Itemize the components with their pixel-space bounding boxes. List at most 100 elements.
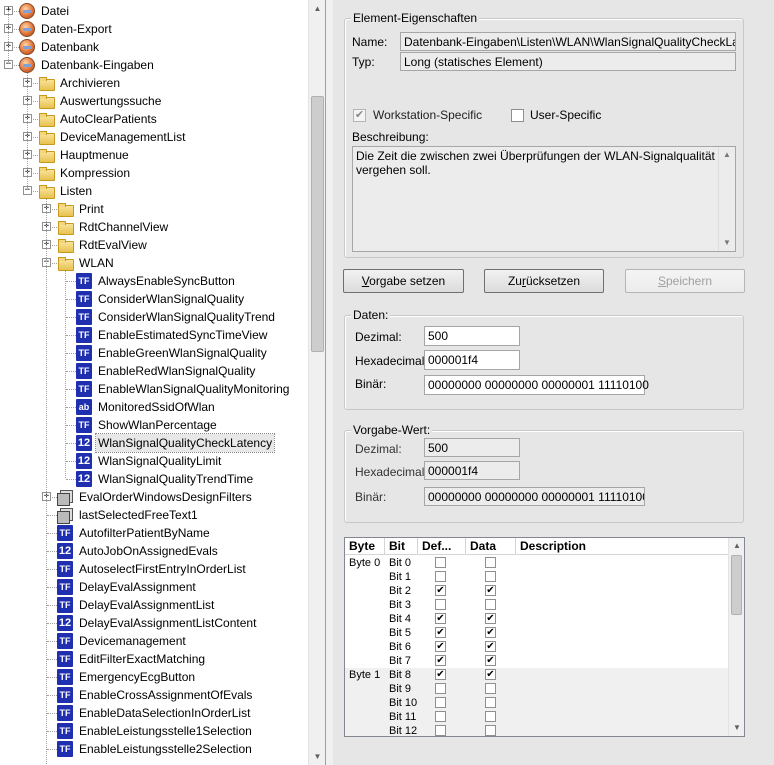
default-bit-checkbox[interactable]	[435, 557, 446, 568]
tree-connector-line	[33, 173, 38, 174]
reset-button[interactable]: Zurücksetzen	[484, 269, 604, 293]
scroll-up-arrow-icon[interactable]: ▲	[719, 147, 735, 163]
header-byte[interactable]: Byte	[345, 538, 385, 555]
default-bit-checkbox[interactable]: ✔	[435, 641, 446, 652]
header-description[interactable]: Description	[516, 538, 729, 555]
data-bit-checkbox[interactable]: ✔	[485, 641, 496, 652]
data-bit-checkbox[interactable]: ✔	[485, 655, 496, 666]
tree-scrollbar[interactable]: ▲ ▼	[308, 0, 325, 765]
default-bit-checkbox[interactable]	[435, 683, 446, 694]
header-bit[interactable]: Bit	[385, 538, 418, 555]
default-bit-checkbox[interactable]: ✔	[435, 627, 446, 638]
data-bit-checkbox[interactable]	[485, 711, 496, 722]
default-bit-checkbox[interactable]: ✔	[435, 669, 446, 680]
tree-item[interactable]: + Hauptmenue	[0, 146, 308, 164]
default-bit-checkbox[interactable]: ✔	[435, 613, 446, 624]
type-field[interactable]: Long (statisches Element)	[400, 52, 736, 71]
default-value-legend: Vorgabe-Wert:	[351, 423, 433, 437]
scroll-thumb[interactable]	[311, 96, 324, 352]
workstation-specific-checkbox[interactable]: ✔	[353, 109, 366, 122]
data-bit-checkbox[interactable]	[485, 557, 496, 568]
default-binary-field[interactable]: 00000000 00000000 00000001 11110100	[424, 487, 645, 506]
tree-item[interactable]: + Auswertungssuche	[0, 92, 308, 110]
tree-item[interactable]: + Datei	[0, 2, 308, 20]
bit-row[interactable]: Bit 4 ✔ ✔	[345, 612, 729, 626]
tree-item-label: AlwaysEnableSyncButton	[98, 274, 235, 288]
tree-connector-line	[47, 551, 57, 552]
data-bit-checkbox[interactable]	[485, 697, 496, 708]
default-binary-label: Binär:	[355, 490, 387, 504]
data-hex-label: Hexadecimal:	[355, 354, 428, 368]
data-bit-checkbox[interactable]	[485, 571, 496, 582]
default-bit-checkbox[interactable]	[435, 725, 446, 736]
tree-item[interactable]: − Datenbank-Eingaben	[0, 56, 308, 74]
data-bit-checkbox[interactable]: ✔	[485, 613, 496, 624]
bit-row[interactable]: Byte 1 Bit 8 ✔ ✔	[345, 668, 729, 682]
bit-row[interactable]: Bit 5 ✔ ✔	[345, 626, 729, 640]
scroll-thumb[interactable]	[731, 555, 742, 615]
bit-row[interactable]: Byte 0 Bit 0	[345, 556, 729, 570]
tf-icon: TF	[57, 579, 73, 595]
user-specific-checkbox[interactable]	[511, 109, 524, 122]
tree-item[interactable]: + Archivieren	[0, 74, 308, 92]
save-button[interactable]: Speichern	[625, 269, 745, 293]
bit-row[interactable]: Bit 11	[345, 710, 729, 724]
default-bit-checkbox[interactable]	[435, 711, 446, 722]
scroll-down-arrow-icon[interactable]: ▼	[729, 720, 744, 736]
header-default[interactable]: Def...	[418, 538, 466, 555]
data-hex-input[interactable]: 000001f4	[424, 350, 520, 370]
tree-item-label: EnableRedWlanSignalQuality	[98, 364, 256, 378]
element-tree[interactable]: + Datei + Daten-Export + Datenbank − Datenbank-…	[0, 0, 326, 765]
data-bit-checkbox[interactable]: ✔	[485, 585, 496, 596]
tf-icon: TF	[76, 309, 92, 325]
bit-row[interactable]: Bit 9	[345, 682, 729, 696]
data-bit-checkbox[interactable]: ✔	[485, 669, 496, 680]
bit-table-scrollbar[interactable]: ▲ ▼	[728, 538, 744, 736]
default-bit-checkbox[interactable]: ✔	[435, 585, 446, 596]
tree-item-label: Auswertungssuche	[60, 94, 162, 108]
user-specific-label: User-Specific	[530, 108, 602, 122]
tree-item-label: DelayEvalAssignment	[79, 580, 196, 594]
default-bit-checkbox[interactable]	[435, 697, 446, 708]
workstation-specific-label: Workstation-Specific	[373, 108, 483, 122]
description-textarea[interactable]: Die Zeit die zwischen zwei Überprüfungen…	[352, 146, 736, 252]
tree-item[interactable]: + DeviceManagementList	[0, 128, 308, 146]
bit-row[interactable]: Bit 7 ✔ ✔	[345, 654, 729, 668]
scroll-down-arrow-icon[interactable]: ▼	[719, 235, 735, 251]
bit-row[interactable]: Bit 10	[345, 696, 729, 710]
bit-row[interactable]: Bit 12	[345, 724, 729, 736]
data-bit-checkbox[interactable]	[485, 725, 496, 736]
default-bit-checkbox[interactable]	[435, 599, 446, 610]
data-binary-input[interactable]: 00000000 00000000 00000001 11110100	[424, 375, 649, 395]
data-bit-checkbox[interactable]	[485, 683, 496, 694]
default-decimal-field[interactable]: 500	[424, 438, 520, 457]
tree-item[interactable]: − Listen	[0, 182, 308, 200]
description-text: Die Zeit die zwischen zwei Überprüfungen…	[356, 149, 715, 177]
bit-table[interactable]: Byte Bit Def... Data Description Byte 0B…	[344, 537, 745, 737]
tree-item-label: EnableCrossAssignmentOfEvals	[79, 688, 253, 702]
tree-item[interactable]: + Daten-Export	[0, 20, 308, 38]
scroll-down-arrow-icon[interactable]: ▼	[309, 748, 325, 765]
default-bit-checkbox[interactable]	[435, 571, 446, 582]
data-decimal-input[interactable]: 500	[424, 326, 520, 346]
scroll-up-arrow-icon[interactable]: ▲	[309, 0, 325, 17]
bit-row[interactable]: Bit 6 ✔ ✔	[345, 640, 729, 654]
tree-item[interactable]: + Kompression	[0, 164, 308, 182]
description-scrollbar[interactable]: ▲ ▼	[718, 147, 735, 251]
bit-row[interactable]: Bit 2 ✔ ✔	[345, 584, 729, 598]
name-field[interactable]: Datenbank-Eingaben\Listen\WLAN\WlanSigna…	[400, 32, 736, 51]
tree-connector-line	[47, 749, 57, 750]
set-default-button[interactable]: Vorgabe setzen	[343, 269, 464, 293]
scroll-up-arrow-icon[interactable]: ▲	[729, 538, 744, 554]
bit-row[interactable]: Bit 1	[345, 570, 729, 584]
default-bit-checkbox[interactable]: ✔	[435, 655, 446, 666]
data-bit-checkbox[interactable]	[485, 599, 496, 610]
tree-item[interactable]: + Datenbank	[0, 38, 308, 56]
header-data[interactable]: Data	[466, 538, 516, 555]
bit-row[interactable]: Bit 3	[345, 598, 729, 612]
data-bit-checkbox[interactable]: ✔	[485, 627, 496, 638]
tree-connector-line	[47, 623, 57, 624]
default-hex-field[interactable]: 000001f4	[424, 461, 520, 480]
tree-item[interactable]: + AutoClearPatients	[0, 110, 308, 128]
properties-legend: Element-Eigenschaften	[351, 11, 480, 25]
